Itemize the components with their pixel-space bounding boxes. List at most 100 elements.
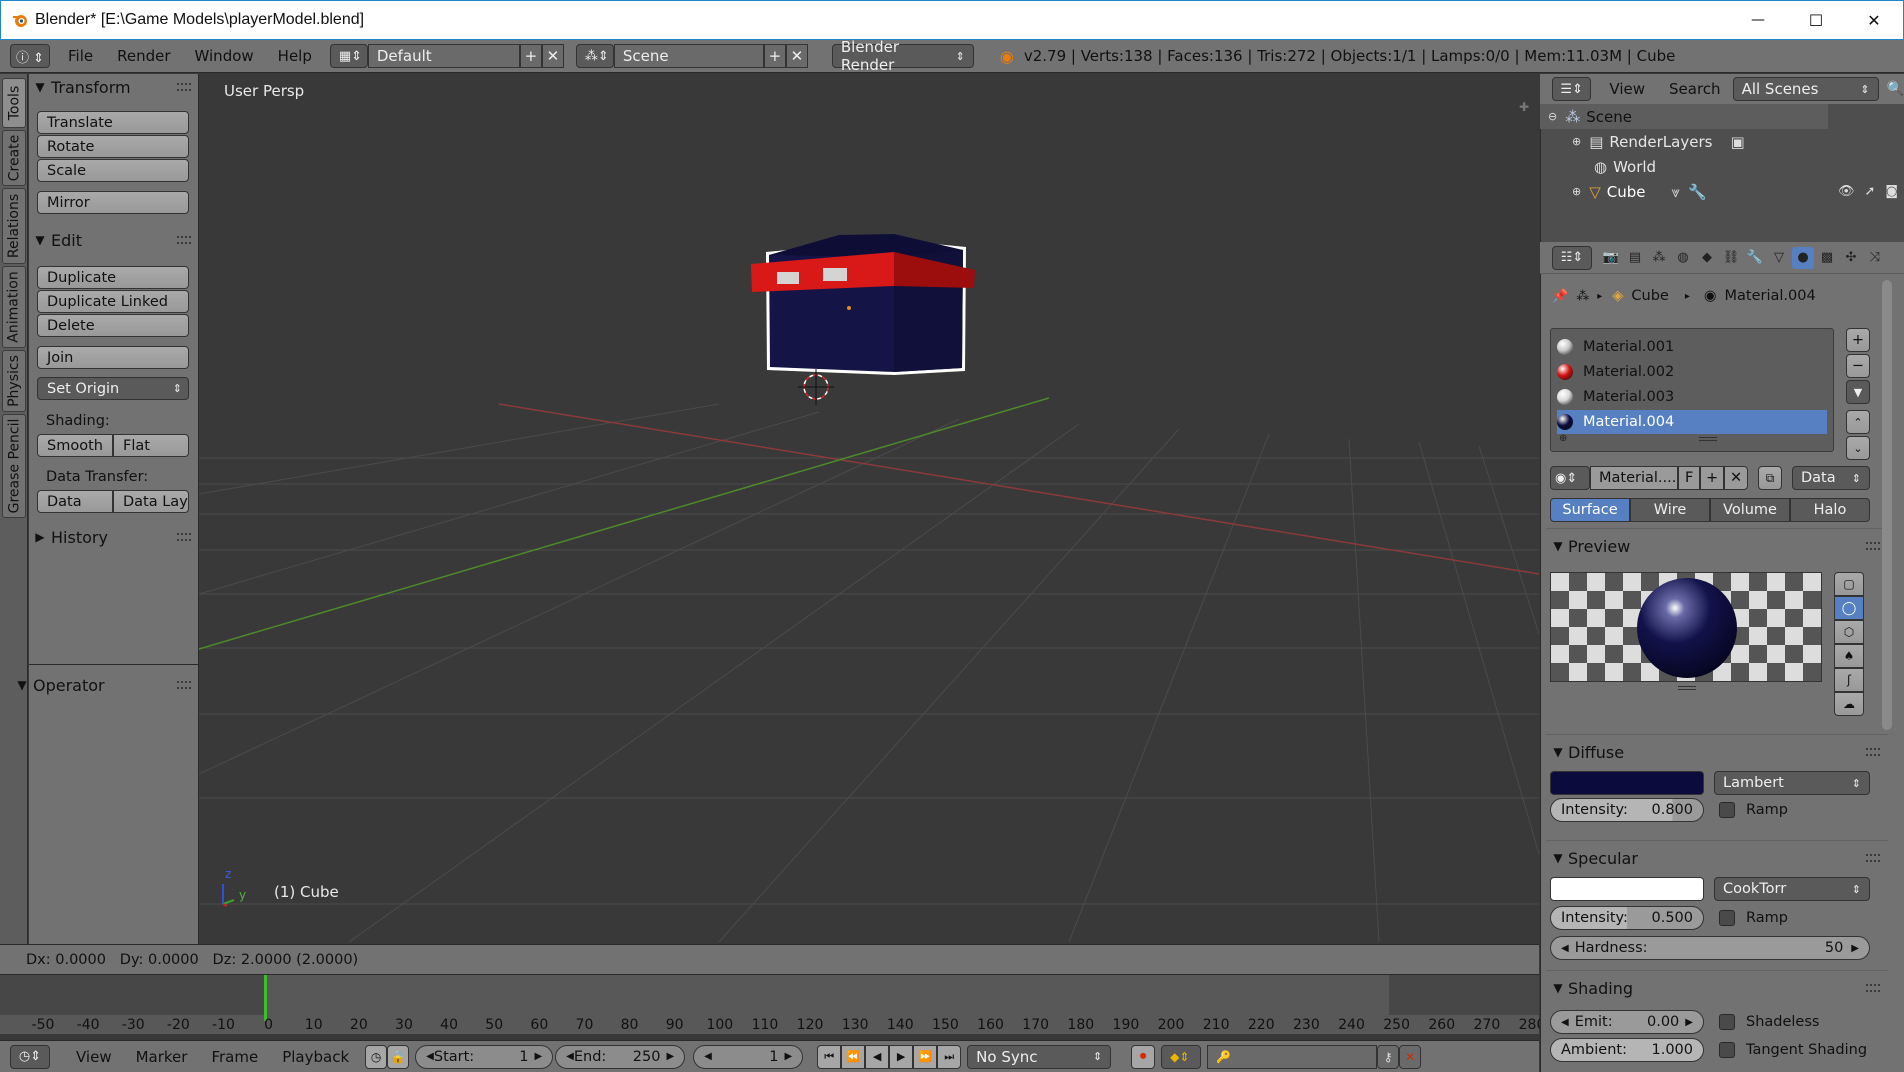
end-frame-field[interactable]: ◀ End: 250 ▶ [555,1044,686,1069]
add-material-slot-button[interactable]: + [1846,328,1870,352]
outliner-editor-type-button[interactable]: ☰⇕ [1552,77,1592,101]
move-slot-down-button[interactable]: ⌄ [1846,436,1870,460]
use-preview-range-button[interactable]: ◷ [365,1044,388,1069]
diffuse-panel-header[interactable]: ▼ Diffuse [1548,739,1888,765]
sync-mode-dropdown[interactable]: No Sync ⇕ [967,1044,1112,1069]
delete-keyframe-button[interactable]: ✕ [1399,1044,1422,1069]
outliner-row-cube[interactable]: ⊕ ▽ Cube ⩔ 🔧 👁 ➚ ◙ [1540,179,1904,204]
preview-cube-button[interactable]: ⬡ [1834,620,1864,644]
specular-intensity-slider[interactable]: Intensity: 0.500 [1550,906,1704,930]
data-button[interactable]: Data [37,490,113,513]
unlink-material-button[interactable]: ✕ [1724,466,1748,490]
minimize-button[interactable]: — [1729,1,1787,39]
timeline-menu-marker[interactable]: Marker [124,1048,200,1066]
tab-volume[interactable]: Volume [1710,498,1790,522]
ambient-slider[interactable]: Ambient: 1.000 [1550,1038,1704,1062]
timeline-menu-playback[interactable]: Playback [270,1048,361,1066]
material-slot-list[interactable]: Material.001 Material.002 Material.003 M… [1550,328,1834,452]
jump-keyframe-forward-button[interactable]: ⏩ [913,1044,938,1069]
list-resize-grip-icon[interactable] [1699,437,1717,441]
mirror-button[interactable]: Mirror [37,191,189,214]
current-frame-field[interactable]: ◀ 1 ▶ [693,1044,804,1069]
timeline-menu-frame[interactable]: Frame [199,1048,270,1066]
screen-layout-field[interactable]: Default [367,44,520,68]
shadeless-checkbox[interactable] [1719,1014,1735,1030]
material-tab-icon[interactable]: ● [1792,246,1814,269]
tab-create[interactable]: Create [2,130,26,186]
rotate-button[interactable]: Rotate [37,135,189,158]
menu-file[interactable]: File [56,47,105,65]
set-origin-dropdown[interactable]: Set Origin ⇕ [37,377,189,400]
material-slot-row[interactable]: Material.001 [1557,335,1827,359]
diffuse-ramp-checkbox[interactable] [1719,802,1735,818]
tab-physics[interactable]: Physics [2,350,26,412]
delete-scene-button[interactable]: ✕ [785,44,808,68]
properties-scrollbar[interactable] [1882,280,1892,730]
close-button[interactable]: ✕ [1845,1,1903,39]
tab-animation[interactable]: Animation [2,266,26,348]
current-frame-marker[interactable] [264,975,267,1021]
start-frame-field[interactable]: ◀ Start: 1 ▶ [415,1044,554,1069]
maximize-button[interactable]: ☐ [1787,1,1845,39]
timeline[interactable]: -50 -40 -30 -20 -10 0 10 20 30 40 50 60 70 80 90 100 110… [0,974,1545,1034]
expand-plus-icon[interactable]: ⊕ [1572,185,1581,198]
tab-relations[interactable]: Relations [2,188,26,264]
world-tab-icon[interactable]: ◍ [1672,247,1694,269]
material-specials-button[interactable]: ▼ [1846,380,1870,404]
expand-plus-icon[interactable]: ⊕ [1572,135,1581,148]
selectability-cursor-icon[interactable]: ➚ [1864,184,1875,199]
panel-grip-icon[interactable] [1866,748,1880,756]
flat-button[interactable]: Flat [113,434,189,457]
lock-range-button[interactable]: 🔒 [387,1044,410,1069]
specular-ramp-checkbox[interactable] [1719,910,1735,926]
properties-editor-type-button[interactable]: ☷⇕ [1552,245,1592,270]
preview-hair-button[interactable]: ʃ [1834,668,1864,692]
material-slot-row[interactable]: Material.002 [1557,360,1827,384]
panel-grip-icon[interactable] [177,681,191,689]
move-slot-up-button[interactable]: ⌃ [1846,410,1870,434]
particles-tab-icon[interactable]: ✣ [1840,247,1862,269]
panel-grip-icon[interactable] [1866,984,1880,992]
keying-set-dropdown[interactable]: ◆⇕ [1161,1044,1202,1069]
material-name-field[interactable]: Material.... [1590,466,1678,490]
delete-button[interactable]: Delete [37,314,189,337]
insert-keyframe-button[interactable]: ⚷ [1377,1044,1400,1069]
screen-layout-type-button[interactable]: ▦⇕ [329,44,368,68]
search-icon[interactable]: 🔍 [1887,81,1904,97]
jump-end-button[interactable]: ⏭ [937,1044,962,1069]
tab-surface[interactable]: Surface [1550,498,1630,522]
join-button[interactable]: Join [37,346,189,369]
diffuse-intensity-slider[interactable]: Intensity: 0.800 [1550,798,1704,822]
tab-grease-pencil[interactable]: Grease Pencil [2,414,26,518]
texture-tab-icon[interactable]: ▩ [1816,247,1838,269]
jump-start-button[interactable]: ⏮ [817,1044,842,1069]
timeline-menu-view[interactable]: View [64,1048,124,1066]
physics-tab-icon[interactable]: ⤨ [1864,247,1886,269]
link-mode-dropdown[interactable]: Data ⇕ [1792,466,1870,490]
preview-flat-button[interactable]: ▢ [1834,572,1864,596]
display-mode-dropdown[interactable]: All Scenes ⇕ [1732,77,1879,101]
auto-keying-button[interactable]: ⏺ [1131,1044,1156,1069]
scale-button[interactable]: Scale [37,159,189,182]
new-material-button[interactable]: + [1700,466,1724,490]
outliner-row-scene[interactable]: ⊖ ⁂ Scene [1540,104,1828,129]
history-panel-header[interactable]: ▶ History [29,524,199,550]
translate-button[interactable]: Translate [37,111,189,134]
panel-grip-icon[interactable] [177,236,191,244]
render-camera-icon[interactable]: ◙ [1885,184,1898,199]
collapse-minus-icon[interactable]: ⊖ [1548,110,1557,123]
emit-field[interactable]: ◀ Emit: 0.00 ▶ [1550,1010,1704,1034]
viewport-corner-plus-icon[interactable]: ✚ [1519,100,1529,114]
add-scene-button[interactable]: + [763,44,786,68]
duplicate-linked-button[interactable]: Duplicate Linked [37,290,189,313]
constraints-tab-icon[interactable]: ⛓ [1720,247,1742,269]
diffuse-shader-dropdown[interactable]: Lambert ⇕ [1714,771,1870,795]
active-keying-set-field[interactable]: 🔑 [1207,1044,1378,1069]
list-filter-plus-icon[interactable]: ⊕ [1559,433,1567,444]
play-reverse-button[interactable]: ◀ [865,1044,890,1069]
panel-grip-icon[interactable] [177,533,191,541]
play-button[interactable]: ▶ [889,1044,914,1069]
modifiers-tab-icon[interactable]: 🔧 [1744,247,1766,269]
jump-keyframe-back-button[interactable]: ⏪ [841,1044,866,1069]
specular-shader-dropdown[interactable]: CookTorr ⇕ [1714,877,1870,901]
